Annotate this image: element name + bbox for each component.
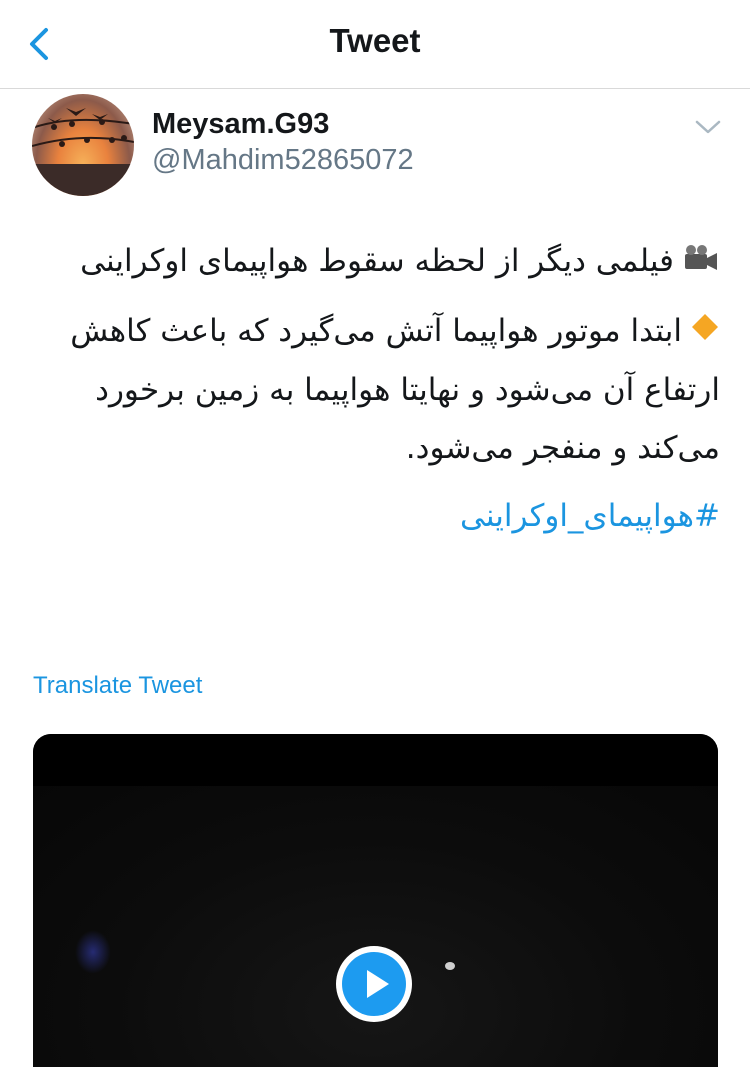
tweet-body: فیلمی دیگر از لحظه سقوط هواپیمای اوکراین… (40, 232, 720, 555)
video-letterbox-bar (33, 734, 718, 786)
chevron-down-icon (695, 120, 721, 134)
video-light-dot (445, 962, 455, 970)
tweet-line-2: ابتدا موتور هواپیما آتش می‌گیرد که باعث … (70, 312, 720, 467)
play-button[interactable] (336, 946, 412, 1022)
tweet-paragraph-3: #هواپیمای_اوکراینی (40, 487, 720, 545)
top-navigation-bar: Tweet (0, 0, 750, 89)
avatar-sunset-birds-image (32, 108, 134, 196)
tweet-line-1: فیلمی دیگر از لحظه سقوط هواپیمای اوکراین… (80, 243, 674, 279)
page-title: Tweet (329, 22, 421, 59)
more-options-button[interactable] (694, 116, 722, 138)
video-light-glow (75, 930, 111, 974)
tweet-paragraph-2: ابتدا موتور هواپیما آتش می‌گیرد که باعث … (40, 302, 720, 478)
tweet-paragraph-1: فیلمی دیگر از لحظه سقوط هواپیمای اوکراین… (40, 232, 720, 292)
movie-camera-icon (682, 234, 720, 292)
hashtag-link[interactable]: #هواپیمای_اوکراینی (460, 498, 720, 534)
author-handle[interactable]: @Mahdim52865072 (152, 144, 414, 177)
video-thumbnail (33, 786, 718, 1067)
orange-diamond-icon (690, 303, 720, 361)
author-display-name[interactable]: Meysam.G93 (152, 108, 329, 141)
translate-tweet-link[interactable]: Translate Tweet (33, 672, 202, 700)
play-button-circle (342, 952, 406, 1016)
video-player[interactable] (33, 734, 718, 1067)
avatar[interactable] (32, 94, 134, 196)
play-icon (367, 970, 389, 998)
